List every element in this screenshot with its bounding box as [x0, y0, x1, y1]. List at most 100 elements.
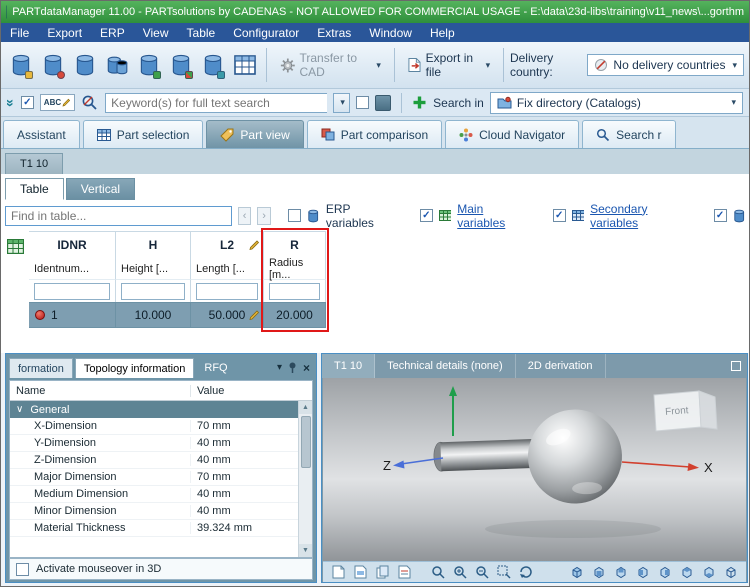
- keyword-search-input[interactable]: [105, 93, 327, 113]
- abc-spellcheck-icon[interactable]: ABC: [40, 94, 75, 111]
- filter-input-r[interactable]: [269, 283, 320, 300]
- additional-variables-checkbox[interactable]: ✓: [714, 209, 727, 222]
- main-variables-checkbox[interactable]: ✓: [420, 209, 433, 222]
- search-options-icon[interactable]: [81, 94, 99, 112]
- database-copy-icon[interactable]: [102, 45, 132, 85]
- collapse-arrow-icon[interactable]: ∨: [16, 405, 23, 415]
- view-settings-icon[interactable]: [395, 564, 414, 581]
- document-tab[interactable]: T1 10: [5, 153, 63, 174]
- table-view-icon[interactable]: [230, 45, 260, 85]
- table-row[interactable]: 1 10.000 50.000 20.000: [29, 302, 326, 328]
- menu-file[interactable]: File: [1, 25, 38, 41]
- tree-row[interactable]: X-Dimension70 mm: [10, 418, 312, 435]
- database-icon-button[interactable]: [70, 45, 100, 85]
- menu-extras[interactable]: Extras: [308, 25, 360, 41]
- tab-part-comparison[interactable]: Part comparison: [307, 120, 442, 148]
- tab-assistant[interactable]: Assistant: [3, 120, 80, 148]
- top-view-icon[interactable]: [677, 564, 696, 581]
- filter-input-l2[interactable]: [196, 283, 258, 300]
- transfer-to-cad-button[interactable]: Transfer to CAD ▾: [273, 45, 388, 85]
- mouseover-3d-option[interactable]: Activate mouseover in 3D: [9, 558, 313, 580]
- database-export-icon[interactable]: [38, 45, 68, 85]
- tab-part-view[interactable]: Part view: [206, 120, 303, 148]
- zoom-window-icon[interactable]: [494, 564, 513, 581]
- tab-cloud-navigator[interactable]: Cloud Navigator: [445, 120, 579, 148]
- scroll-down-icon[interactable]: ▼: [299, 544, 312, 557]
- column-name-header[interactable]: Name: [10, 385, 190, 397]
- open-part-icon[interactable]: [6, 45, 36, 85]
- secondary-variables-link[interactable]: Secondary variables: [590, 202, 694, 230]
- database-info-icon[interactable]: [198, 45, 228, 85]
- column-header-l2[interactable]: L2: [191, 232, 264, 258]
- tree-group-general[interactable]: ∨ General: [10, 401, 312, 418]
- menu-view[interactable]: View: [134, 25, 178, 41]
- keyword-dropdown-button[interactable]: ▾: [333, 93, 350, 113]
- menu-configurator[interactable]: Configurator: [224, 25, 308, 41]
- tab-table[interactable]: Table: [5, 178, 64, 200]
- scroll-up-icon[interactable]: ▲: [299, 401, 312, 414]
- panel-menu-icon[interactable]: ▾: [277, 363, 282, 373]
- tab-viewer-t1[interactable]: T1 10: [322, 354, 375, 378]
- search-image-icon[interactable]: [375, 95, 391, 111]
- menu-table[interactable]: Table: [178, 25, 225, 41]
- menu-help[interactable]: Help: [421, 25, 464, 41]
- tab-part-selection[interactable]: Part selection: [83, 120, 204, 148]
- tree-row[interactable]: Major Dimension70 mm: [10, 469, 312, 486]
- main-variables-link[interactable]: Main variables: [457, 202, 531, 230]
- zoom-out-icon[interactable]: [472, 564, 491, 581]
- mouseover-3d-checkbox[interactable]: [16, 563, 29, 576]
- bottom-view-icon[interactable]: [699, 564, 718, 581]
- zoom-in-icon[interactable]: [450, 564, 469, 581]
- close-icon[interactable]: ×: [303, 361, 310, 375]
- tab-vertical[interactable]: Vertical: [66, 178, 135, 200]
- tab-topology-information[interactable]: Topology information: [75, 358, 195, 378]
- screenshot-icon[interactable]: [329, 564, 348, 581]
- column-header-idnr[interactable]: IDNR: [29, 232, 116, 258]
- tree-row[interactable]: Material Thickness39.324 mm: [10, 520, 312, 537]
- zoom-fit-icon[interactable]: [428, 564, 447, 581]
- filter-input-h[interactable]: [121, 283, 185, 300]
- tree-row[interactable]: Z-Dimension40 mm: [10, 452, 312, 469]
- scrollbar[interactable]: ▲ ▼: [298, 401, 312, 557]
- tab-part-information[interactable]: formation: [9, 358, 73, 378]
- delivery-country-select[interactable]: No delivery countries ▾: [587, 54, 744, 76]
- secondary-variables-checkbox[interactable]: ✓: [553, 209, 566, 222]
- menu-window[interactable]: Window: [360, 25, 421, 41]
- menu-export[interactable]: Export: [38, 25, 91, 41]
- find-in-table-input[interactable]: [5, 206, 232, 226]
- menu-erp[interactable]: ERP: [91, 25, 134, 41]
- tab-search-results[interactable]: Search r: [582, 120, 675, 148]
- tree-row[interactable]: Minor Dimension40 mm: [10, 503, 312, 520]
- tree-row[interactable]: Y-Dimension40 mm: [10, 435, 312, 452]
- copy-view-icon[interactable]: [373, 564, 392, 581]
- search-scope-select[interactable]: Fix directory (Catalogs) ▾: [490, 92, 743, 114]
- perspective-icon[interactable]: [721, 564, 740, 581]
- variables-table-icon[interactable]: [7, 239, 24, 259]
- front-view-icon[interactable]: [589, 564, 608, 581]
- front-cube[interactable]: Front: [654, 391, 717, 431]
- search-option-checkbox[interactable]: [356, 96, 369, 109]
- find-previous-button[interactable]: ‹: [238, 207, 251, 225]
- back-view-icon[interactable]: [611, 564, 630, 581]
- pin-icon[interactable]: [288, 362, 297, 374]
- add-search-scope-icon[interactable]: [412, 95, 427, 110]
- tab-rfq[interactable]: RFQ: [196, 358, 235, 378]
- maximize-icon[interactable]: [731, 361, 741, 371]
- tab-2d-derivation[interactable]: 2D derivation: [516, 354, 606, 378]
- 3d-viewport[interactable]: Z X Front: [323, 378, 746, 562]
- database-check-icon[interactable]: [134, 45, 164, 85]
- export-in-file-button[interactable]: Export in file ▾: [401, 45, 497, 85]
- iso-view-icon[interactable]: [567, 564, 586, 581]
- column-value-header[interactable]: Value: [190, 385, 312, 397]
- edit-column-icon[interactable]: [249, 240, 260, 251]
- filter-input-idnr[interactable]: [34, 283, 110, 300]
- database-colors-icon[interactable]: [166, 45, 196, 85]
- rotate-view-icon[interactable]: [516, 564, 535, 581]
- right-view-icon[interactable]: [655, 564, 674, 581]
- tab-technical-details[interactable]: Technical details (none): [375, 354, 516, 378]
- column-header-h[interactable]: H: [116, 232, 191, 258]
- tree-row[interactable]: Medium Dimension40 mm: [10, 486, 312, 503]
- print-icon[interactable]: [351, 564, 370, 581]
- column-header-r[interactable]: R: [264, 232, 326, 258]
- left-view-icon[interactable]: [633, 564, 652, 581]
